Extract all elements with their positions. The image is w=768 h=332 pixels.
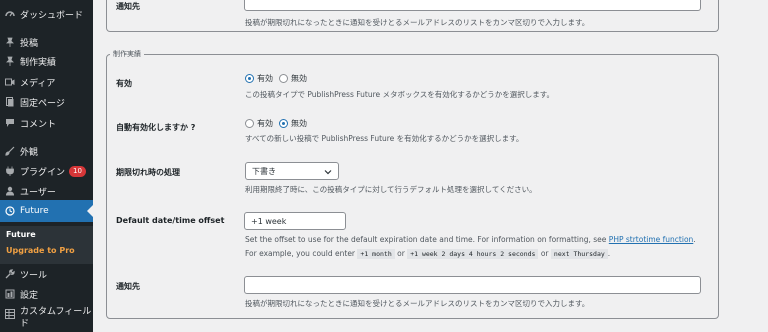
sidebar-item-label: コメント xyxy=(20,119,57,130)
sidebar-item-pages[interactable]: 固定ページ xyxy=(0,91,93,113)
table-icon xyxy=(5,309,15,319)
sidebar-item-settings[interactable]: 設定 xyxy=(0,283,93,305)
sidebar-item-label: 外観 xyxy=(20,147,39,158)
active-enabled-radio[interactable] xyxy=(245,74,254,83)
auto-enable-enabled-label[interactable]: 有効 xyxy=(257,118,273,129)
date-offset-desc-text: Set the offset to use for the default ex… xyxy=(245,235,607,244)
example-period: . xyxy=(607,249,611,258)
notify-label-top: 通知先 xyxy=(116,2,140,11)
sidebar-item-label: Future xyxy=(20,206,49,216)
date-offset-example-text: For example, you could enter xyxy=(245,249,356,258)
pin-icon xyxy=(5,56,15,66)
expiration-action-select[interactable]: 下書き xyxy=(245,162,339,180)
sidebar-item-plugins[interactable]: プラグイン 10 xyxy=(0,160,93,182)
notify-description-top: 投稿が期限切れになったときに通知を受けとるメールアドレスのリストをカンマ区切りで… xyxy=(245,18,590,27)
sidebar-item-users[interactable]: ユーザー xyxy=(0,180,93,202)
sidebar-item-label: メディア xyxy=(20,78,56,89)
active-menu-arrow xyxy=(87,205,93,217)
update-count-badge: 10 xyxy=(69,165,86,177)
auto-enable-description: すべての新しい投稿で PublishPress Future を有効化するかどう… xyxy=(245,134,524,143)
example-code-1: +1 month xyxy=(357,249,395,259)
sidebar-item-label: ダッシュボード xyxy=(20,10,84,21)
expiration-action-label: 期限切れ時の処理 xyxy=(116,168,180,177)
sidebar-item-tools[interactable]: ツール xyxy=(0,263,93,285)
or-text-2: or xyxy=(540,249,549,258)
active-description: この投稿タイプで PublishPress Future メタボックスを有効化す… xyxy=(245,90,555,99)
date-offset-description-line1: Set the offset to use for the default ex… xyxy=(245,235,696,244)
date-offset-label: Default date/time offset xyxy=(116,216,225,225)
user-icon xyxy=(5,186,15,196)
pin-icon xyxy=(5,37,15,47)
sidebar-item-future[interactable]: Future xyxy=(0,200,93,222)
sidebar-item-label: 設定 xyxy=(20,290,39,301)
sidebar-item-comments[interactable]: コメント xyxy=(0,112,93,134)
wrench-icon xyxy=(5,269,15,279)
comment-icon xyxy=(5,118,15,128)
expiration-action-selected: 下書き xyxy=(252,166,276,176)
media-icon xyxy=(5,77,15,87)
sidebar-item-media[interactable]: メディア xyxy=(0,71,93,93)
date-offset-input[interactable]: +1 week xyxy=(244,212,346,230)
brush-icon xyxy=(5,146,15,156)
sidebar-item-appearance[interactable]: 外観 xyxy=(0,140,93,162)
submenu-item-future[interactable]: Future xyxy=(6,230,36,239)
or-text-1: or xyxy=(397,249,405,258)
date-offset-desc-period: . xyxy=(693,235,696,244)
chevron-down-icon xyxy=(324,168,332,176)
page-icon xyxy=(5,97,15,107)
active-disabled-label[interactable]: 無効 xyxy=(291,73,307,84)
expiration-action-description: 利用期限終了時に、この投稿タイプに対して行うデフォルト処理を選択してください。 xyxy=(245,185,537,194)
sidebar-item-label: 固定ページ xyxy=(20,98,65,109)
strtotime-link[interactable]: PHP strtotime function xyxy=(609,235,694,244)
example-code-3: next Thursday xyxy=(550,249,608,259)
notify-description: 投稿が期限切れになったときに通知を受けとるメールアドレスのリストをカンマ区切りで… xyxy=(245,299,590,308)
auto-enable-enabled-radio[interactable] xyxy=(245,119,254,128)
sidebar-item-works[interactable]: 制作実績 xyxy=(0,50,93,72)
notify-label: 通知先 xyxy=(116,282,140,291)
auto-enable-disabled-label[interactable]: 無効 xyxy=(291,118,307,129)
future-submenu: Future Upgrade to Pro xyxy=(0,226,93,264)
fieldset-legend: 制作実績 xyxy=(110,49,144,59)
notify-email-input-top[interactable] xyxy=(244,0,701,11)
clock-icon xyxy=(5,206,15,216)
settings-icon xyxy=(5,289,15,299)
sidebar-item-label: カスタムフィールド xyxy=(20,307,92,329)
sidebar-item-label: プラグイン xyxy=(20,167,66,178)
auto-enable-label: 自動有効化しますか ? xyxy=(116,123,196,132)
admin-sidebar: ダッシュボード 投稿 制作実績 メディア 固定ページ コメント 外観 プラグイン… xyxy=(0,0,93,332)
auto-enable-radio-group: 有効 無効 xyxy=(245,118,313,129)
active-label: 有効 xyxy=(116,79,132,88)
submenu-item-upgrade[interactable]: Upgrade to Pro xyxy=(6,246,75,255)
dashboard-icon xyxy=(5,9,15,19)
active-radio-group: 有効 無効 xyxy=(245,73,313,84)
sidebar-item-custom-fields[interactable]: カスタムフィールド xyxy=(0,306,93,332)
plugin-icon xyxy=(5,166,15,176)
active-enabled-label[interactable]: 有効 xyxy=(257,73,273,84)
active-disabled-radio[interactable] xyxy=(279,74,288,83)
sidebar-item-label: 制作実績 xyxy=(20,57,57,68)
sidebar-item-dashboard[interactable]: ダッシュボード xyxy=(0,3,93,25)
auto-enable-disabled-radio[interactable] xyxy=(279,119,288,128)
example-code-2: +1 week 2 days 4 hours 2 seconds xyxy=(407,249,539,259)
sidebar-item-label: ユーザー xyxy=(20,187,56,198)
notify-email-input[interactable] xyxy=(244,276,701,294)
sidebar-item-label: ツール xyxy=(20,270,48,281)
sidebar-item-label: 投稿 xyxy=(20,38,39,49)
date-offset-description-line2: For example, you could enter +1 month or… xyxy=(245,249,611,259)
